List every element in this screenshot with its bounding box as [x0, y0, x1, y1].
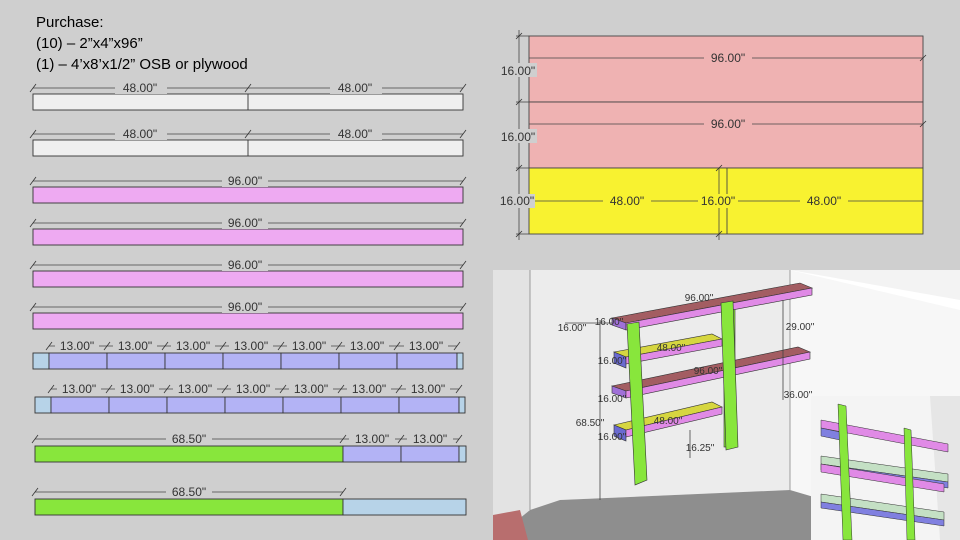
board-row-4: 96.00"	[29, 215, 467, 246]
board-row-3: 96.00"	[29, 173, 467, 204]
board-waste	[342, 498, 467, 516]
dim-label: 96.00"	[228, 174, 262, 188]
iso-label: 16.00"	[598, 394, 627, 405]
sheet-top-strip	[528, 35, 924, 103]
iso-label: 16.25"	[686, 443, 715, 454]
board-waste	[32, 352, 50, 370]
board-leg	[34, 445, 344, 463]
dim-label: 13.00"	[294, 382, 328, 396]
dim-label: 48.00"	[123, 127, 157, 141]
dim-label: 96.00"	[228, 258, 262, 272]
dim-label: 13.00"	[350, 339, 384, 353]
board-row-2: 48.00" 48.00"	[29, 126, 467, 157]
iso-label: 16.00"	[558, 323, 587, 334]
dim-label: 48.00"	[338, 81, 372, 95]
dim-label: 13.00"	[355, 432, 389, 446]
iso-label: 29.00"	[786, 322, 815, 333]
dim-label: 96.00"	[711, 117, 745, 131]
dim-label: 48.00"	[610, 194, 644, 208]
dim-label: 96.00"	[711, 51, 745, 65]
dim-label: 13.00"	[62, 382, 96, 396]
dim-label: 13.00"	[411, 382, 445, 396]
dim-label: 13.00"	[413, 432, 447, 446]
dim-label: 13.00"	[178, 382, 212, 396]
shelf-3d-view: 96.00" 48.00" 96.00" 48.00" 29.00" 36.00…	[493, 270, 960, 540]
iso-label: 96.00"	[685, 293, 714, 304]
inset-render	[811, 396, 960, 540]
sheet-middle-strip	[528, 101, 924, 169]
dim-label: 48.00"	[123, 81, 157, 95]
board-row-6: 96.00"	[29, 299, 467, 330]
iso-label: 16.00"	[598, 356, 627, 367]
dim-label: 96.00"	[228, 300, 262, 314]
dim-label: 68.50"	[172, 485, 206, 499]
board-96	[32, 270, 464, 288]
dim-label: 13.00"	[234, 339, 268, 353]
dim-label: 16.00"	[500, 194, 534, 208]
iso-label: 16.00"	[595, 317, 624, 328]
sheet-diagram: 96.00" 96.00" 48.00" 16.00" 48.00" 16.00…	[499, 30, 927, 240]
dim-label: 13.00"	[352, 382, 386, 396]
dim-label: 16.00"	[501, 130, 535, 144]
dim-label: 13.00"	[236, 382, 270, 396]
board-row-10: 68.50"	[31, 485, 467, 516]
iso-label: 48.00"	[657, 343, 686, 354]
board-row-9: 68.50" 13.00" 13.00"	[31, 432, 467, 463]
iso-label: 68.50"	[576, 418, 605, 429]
cut-diagram: 48.00" 48.00" 48.00" 48.00" 96.00" 96.00…	[29, 30, 960, 540]
board-row-8: 13.00" 13.00" 13.00" 13.00" 13.00" 13.00…	[34, 382, 466, 414]
board-96	[32, 228, 464, 246]
board-waste	[34, 396, 52, 414]
dim-label: 13.00"	[120, 382, 154, 396]
dim-label: 13.00"	[292, 339, 326, 353]
board-row-7: 13.00" 13.00" 13.00" 13.00" 13.00" 13.00…	[32, 339, 464, 370]
dim-label: 13.00"	[409, 339, 443, 353]
dim-label: 16.00"	[701, 194, 735, 208]
iso-label: 16.00"	[598, 432, 627, 443]
dim-label: 13.00"	[176, 339, 210, 353]
dim-label: 13.00"	[118, 339, 152, 353]
dim-label: 48.00"	[807, 194, 841, 208]
board-96	[32, 312, 464, 330]
iso-label: 48.00"	[654, 416, 683, 427]
board-96	[32, 186, 464, 204]
dim-label: 13.00"	[60, 339, 94, 353]
iso-label: 36.00"	[784, 390, 813, 401]
board-leg	[34, 498, 344, 516]
dim-label: 68.50"	[172, 432, 206, 446]
board-row-5: 96.00"	[29, 257, 467, 288]
dim-label: 48.00"	[338, 127, 372, 141]
dim-label: 96.00"	[228, 216, 262, 230]
board-row-1: 48.00" 48.00"	[29, 80, 467, 111]
dim-label: 16.00"	[501, 64, 535, 78]
iso-label: 96.00"	[694, 366, 723, 377]
